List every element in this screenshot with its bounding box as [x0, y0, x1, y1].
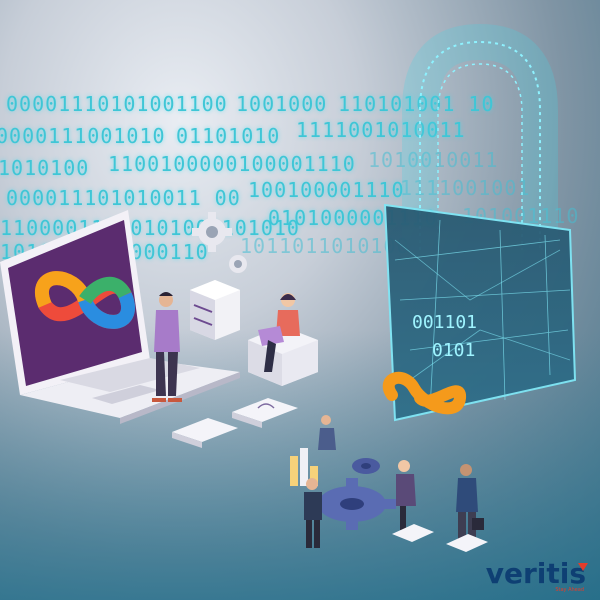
- small-gear-icon: [352, 458, 380, 474]
- lock-digits-top: 001101: [412, 312, 477, 333]
- logo-accent-icon: [578, 563, 588, 571]
- devsecops-illustration: 00001110101001100 1001000 110101001 10 0…: [0, 0, 600, 600]
- server-stack: [190, 280, 240, 340]
- logo-tagline: Stay Ahead: [555, 587, 584, 593]
- illustration-artwork: 001101 0101: [0, 23, 600, 600]
- gear-icon: [192, 212, 232, 252]
- lock-digits-bottom: 0101: [432, 340, 475, 361]
- padlock-icon: [383, 23, 577, 422]
- gear-icon: [229, 255, 247, 273]
- woman-with-laptop-figure: [248, 293, 318, 386]
- logo-wordmark: veritis: [485, 557, 586, 590]
- veritis-logo: veritis Stay Ahead: [485, 557, 588, 593]
